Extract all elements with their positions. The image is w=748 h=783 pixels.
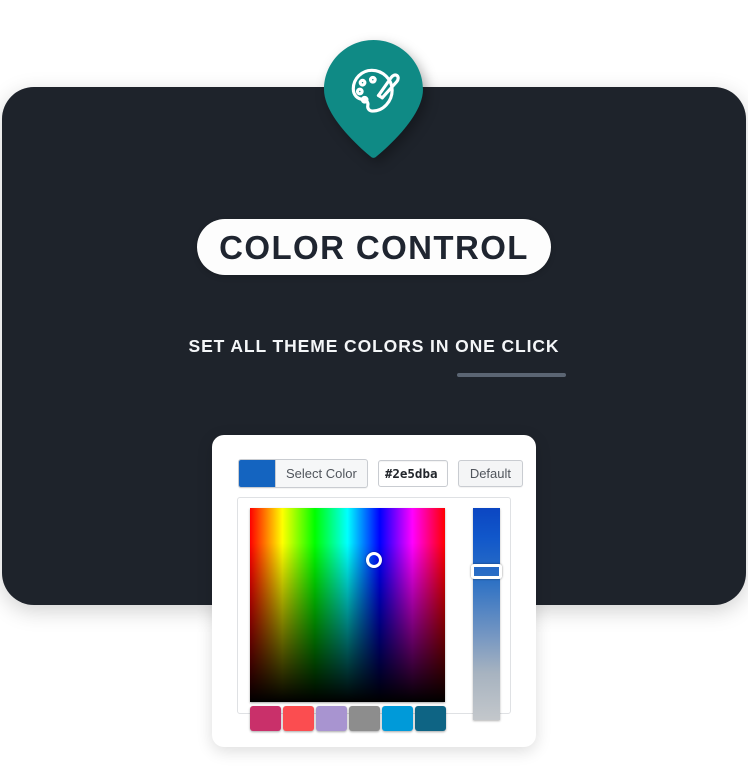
palette-pin-badge [324, 40, 423, 158]
preset-swatch-cyan[interactable] [382, 706, 413, 731]
preset-swatch-gray[interactable] [349, 706, 380, 731]
page-subtitle: SET ALL THEME COLORS IN ONE CLICK [188, 336, 560, 356]
color-picker-body [237, 497, 511, 731]
page-title-pill: COLOR CONTROL [197, 219, 551, 275]
brightness-slider[interactable] [471, 508, 502, 720]
page-title: COLOR CONTROL [219, 228, 529, 266]
preset-swatch-red[interactable] [283, 706, 314, 731]
current-color-swatch[interactable] [239, 460, 276, 487]
hex-color-input[interactable] [377, 460, 448, 487]
brightness-slider-handle[interactable] [471, 564, 502, 579]
preset-swatch-pink[interactable] [250, 706, 281, 731]
color-picker-toolbar: Select Color Default [238, 459, 524, 488]
color-picker-card: Select Color Default [212, 435, 536, 747]
preset-swatch-row [250, 706, 446, 731]
subtitle-divider [457, 373, 566, 377]
saturation-gradient-area[interactable] [250, 508, 445, 702]
paint-palette-icon [324, 40, 423, 158]
preset-swatch-lavender[interactable] [316, 706, 347, 731]
select-color-label: Select Color [286, 466, 357, 481]
select-color-button[interactable]: Select Color [238, 459, 368, 488]
gradient-cursor-ring[interactable] [366, 552, 382, 568]
default-color-button[interactable]: Default [457, 460, 524, 487]
preset-swatch-teal[interactable] [415, 706, 446, 731]
